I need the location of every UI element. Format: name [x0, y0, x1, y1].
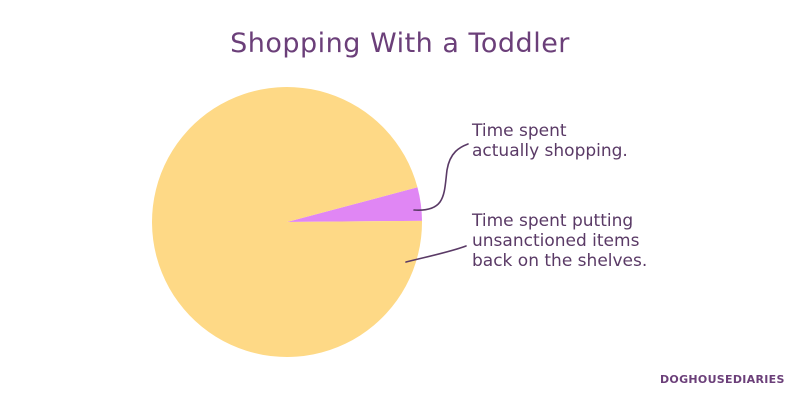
slice-label-putting-back: Time spent putting unsanctioned items ba…: [472, 211, 648, 271]
pie-slices: [152, 86, 422, 357]
watermark-logo: DOGHOUSEDIARIES: [660, 373, 785, 386]
pie-slice-putting-back: [152, 86, 422, 357]
pie-chart: [152, 86, 469, 357]
leader-line-shopping: [413, 143, 469, 211]
slice-label-shopping: Time spent actually shopping.: [472, 121, 628, 161]
